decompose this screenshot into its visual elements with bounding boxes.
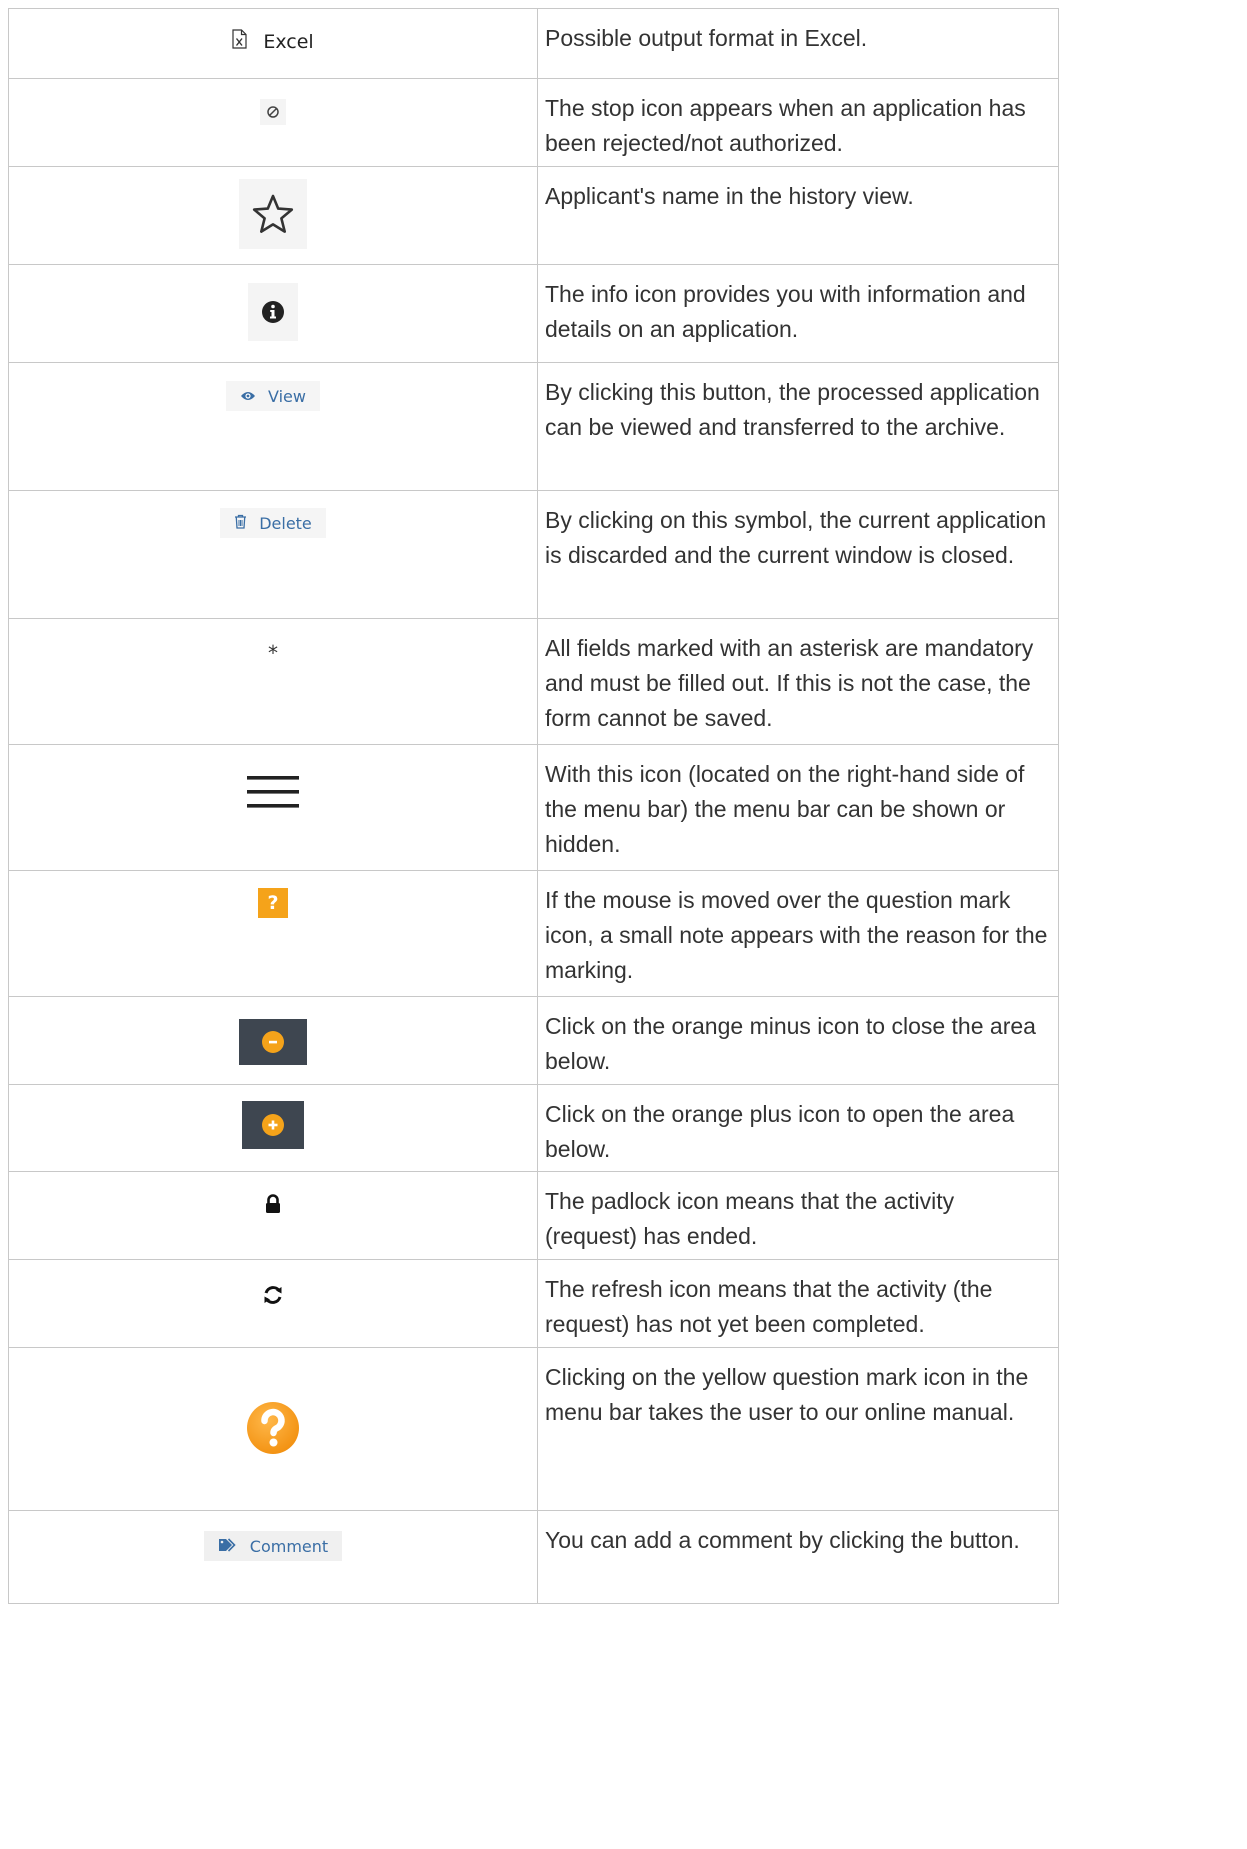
orange-plus-icon[interactable] (242, 1101, 304, 1149)
icon-cell (8, 1171, 538, 1260)
description-cell: If the mouse is moved over the question … (537, 870, 1059, 997)
table-row: The padlock icon means that the activity… (8, 1171, 1059, 1260)
excel-label: Excel (263, 30, 314, 53)
icon-cell: View (8, 362, 538, 491)
description-cell: Applicant's name in the history view. (537, 166, 1059, 265)
refresh-icon (262, 1284, 284, 1311)
icon-cell (8, 166, 538, 265)
icon-cell: ? (8, 870, 538, 997)
comment-button[interactable]: Comment (203, 1531, 343, 1561)
icon-cell: Comment (8, 1510, 538, 1604)
description-cell: Click on the orange plus icon to open th… (537, 1084, 1059, 1172)
table-row: The stop icon appears when an applicatio… (8, 78, 1059, 167)
icon-cell (8, 996, 538, 1085)
orange-minus-icon[interactable] (239, 1019, 307, 1065)
icon-cell (8, 1259, 538, 1348)
icon-cell: * (8, 618, 538, 745)
description-cell: The info icon provides you with informat… (537, 264, 1059, 363)
view-label: View (268, 386, 306, 406)
trash-icon (234, 514, 247, 533)
table-row: Excel Possible output format in Excel. (8, 8, 1059, 79)
table-row: ? If the mouse is moved over the questio… (8, 870, 1059, 997)
table-row: Clicking on the yellow question mark ico… (8, 1347, 1059, 1511)
table-row: Comment You can add a comment by clickin… (8, 1510, 1059, 1604)
table-row: Click on the orange minus icon to close … (8, 996, 1059, 1085)
delete-label: Delete (259, 513, 312, 533)
yellow-question-mark-circle-icon[interactable] (245, 1400, 301, 1461)
description-cell: The refresh icon means that the activity… (537, 1259, 1059, 1348)
icon-legend-table: Excel Possible output format in Excel. T… (8, 8, 1059, 1604)
description-cell: You can add a comment by clicking the bu… (537, 1510, 1059, 1604)
table-row: With this icon (located on the right-han… (8, 744, 1059, 871)
stop-icon (260, 99, 286, 125)
excel-export-button[interactable]: Excel (232, 29, 314, 54)
eye-icon (240, 387, 256, 406)
asterisk-icon: * (268, 641, 278, 665)
icon-cell (8, 264, 538, 363)
excel-file-icon (232, 29, 247, 54)
padlock-icon (264, 1194, 282, 1219)
description-cell: Clicking on the yellow question mark ico… (537, 1347, 1059, 1511)
description-cell: The stop icon appears when an applicatio… (537, 78, 1059, 167)
icon-cell (8, 1347, 538, 1511)
question-mark-glyph: ? (267, 892, 279, 914)
question-mark-square-icon[interactable]: ? (258, 888, 288, 918)
table-row: The refresh icon means that the activity… (8, 1259, 1059, 1348)
description-cell: Click on the orange minus icon to close … (537, 996, 1059, 1085)
description-cell: With this icon (located on the right-han… (537, 744, 1059, 871)
comment-label: Comment (249, 1536, 329, 1556)
table-row: Delete By clicking on this symbol, the c… (8, 490, 1059, 619)
description-cell: By clicking this button, the processed a… (537, 362, 1059, 491)
delete-button[interactable]: Delete (220, 508, 326, 538)
table-row: View By clicking this button, the proces… (8, 362, 1059, 491)
table-row: * All fields marked with an asterisk are… (8, 618, 1059, 745)
table-row: Click on the orange plus icon to open th… (8, 1084, 1059, 1172)
table-row: Applicant's name in the history view. (8, 166, 1059, 265)
description-cell: The padlock icon means that the activity… (537, 1171, 1059, 1260)
info-icon (248, 283, 298, 341)
icon-cell (8, 1084, 538, 1172)
description-cell: By clicking on this symbol, the current … (537, 490, 1059, 619)
description-cell: Possible output format in Excel. (537, 8, 1059, 79)
view-button[interactable]: View (226, 381, 320, 411)
icon-cell (8, 744, 538, 871)
table-row: The info icon provides you with informat… (8, 264, 1059, 363)
hamburger-menu-icon[interactable] (247, 774, 299, 815)
description-cell: All fields marked with an asterisk are m… (537, 618, 1059, 745)
icon-cell: Delete (8, 490, 538, 619)
icon-cell (8, 78, 538, 167)
tag-icon (218, 1537, 238, 1556)
star-icon (239, 179, 307, 249)
icon-cell: Excel (8, 8, 538, 79)
